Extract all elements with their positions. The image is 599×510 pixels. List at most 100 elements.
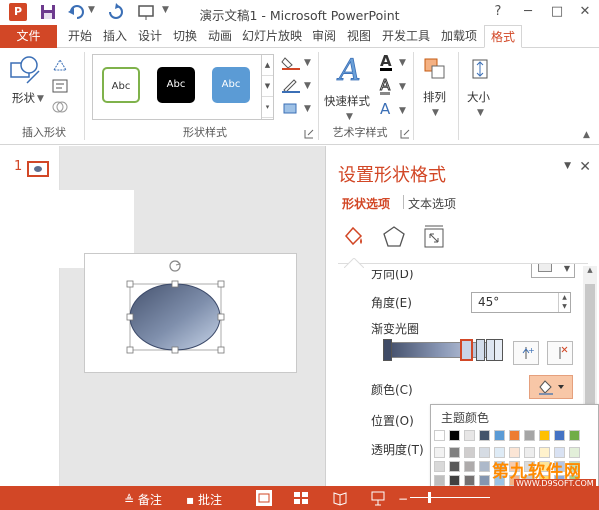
rotate-handle-icon[interactable] — [169, 260, 181, 272]
maximize-button[interactable]: □ — [547, 2, 567, 22]
tab-view[interactable]: 视图 — [343, 25, 375, 48]
theme-color-swatch[interactable] — [554, 430, 565, 441]
shapes-dropdown-icon[interactable]: ▼ — [37, 94, 44, 104]
fill-line-icon[interactable] — [340, 224, 366, 250]
theme-color-swatch[interactable] — [509, 430, 520, 441]
collapse-ribbon-icon[interactable]: ▲ — [583, 130, 590, 140]
minimize-button[interactable]: ─ — [518, 2, 538, 22]
shape-styles-launcher-icon[interactable] — [304, 128, 314, 139]
size-label[interactable]: 大小 — [467, 89, 490, 105]
gradient-stop-3[interactable] — [476, 339, 485, 361]
edit-shape-icon[interactable] — [52, 58, 68, 72]
slideshow-view-icon[interactable] — [370, 490, 386, 506]
tab-text-options[interactable]: 文本选项 — [408, 195, 456, 212]
angle-spin-icon[interactable]: ▲ ▼ — [558, 293, 570, 312]
tab-animations[interactable]: 动画 — [204, 25, 236, 48]
text-fill-dropdown-icon[interactable]: ▼ — [399, 58, 406, 68]
shade-color-swatch[interactable] — [479, 461, 490, 472]
size-dropdown-icon[interactable]: ▼ — [477, 108, 484, 118]
pane-options-icon[interactable]: ▼ — [564, 161, 571, 171]
add-gradient-stop-icon[interactable]: + — [513, 341, 539, 365]
theme-color-swatch[interactable] — [569, 430, 580, 441]
zoom-out-icon[interactable]: − — [398, 492, 408, 506]
size-properties-icon[interactable] — [421, 224, 447, 250]
scroll-up-icon[interactable]: ▲ — [583, 266, 597, 274]
close-window-button[interactable]: ✕ — [575, 2, 595, 22]
shade-color-swatch[interactable] — [434, 461, 445, 472]
shape-effects-icon[interactable] — [281, 102, 301, 116]
slide-thumbnail[interactable] — [27, 161, 49, 177]
shade-color-swatch[interactable] — [449, 447, 460, 458]
zoom-slider-thumb[interactable] — [428, 492, 431, 503]
shade-color-swatch[interactable] — [479, 475, 490, 486]
size-icon[interactable] — [467, 56, 493, 82]
theme-color-swatch[interactable] — [539, 430, 550, 441]
text-outline-dropdown-icon[interactable]: ▼ — [399, 82, 406, 92]
theme-color-swatch[interactable] — [479, 430, 490, 441]
slide-sorter-view-icon[interactable] — [293, 490, 309, 506]
gallery-up-icon[interactable]: ▲ — [262, 55, 273, 76]
shade-color-swatch[interactable] — [449, 461, 460, 472]
shape-outline-icon[interactable] — [281, 79, 301, 93]
wordart-launcher-icon[interactable] — [400, 128, 410, 139]
shade-color-swatch[interactable] — [434, 447, 445, 458]
shade-color-swatch[interactable] — [449, 475, 460, 486]
ellipse-shape[interactable] — [127, 281, 224, 353]
shade-color-swatch[interactable] — [479, 447, 490, 458]
merge-shapes-icon[interactable] — [52, 100, 68, 114]
gallery-scroll[interactable]: ▲ ▼ ▾ — [261, 55, 273, 119]
shape-style-blue[interactable]: Abc — [212, 67, 250, 103]
slide-canvas[interactable] — [84, 253, 297, 373]
shade-color-swatch[interactable] — [464, 475, 475, 486]
shape-style-outline[interactable]: Abc — [102, 67, 140, 103]
tab-file[interactable]: 文件 — [0, 25, 57, 48]
quick-styles-dropdown-icon[interactable]: ▼ — [346, 112, 353, 122]
tab-home[interactable]: 开始 — [64, 25, 96, 48]
effects-dropdown-icon[interactable]: ▼ — [304, 104, 311, 114]
shade-color-swatch[interactable] — [464, 447, 475, 458]
reading-view-icon[interactable] — [332, 490, 348, 506]
outline-dropdown-icon[interactable]: ▼ — [304, 81, 311, 91]
notes-button[interactable]: ≜ 备注 — [124, 491, 162, 508]
quick-styles-label[interactable]: 快速样式 — [324, 93, 370, 109]
theme-color-swatch[interactable] — [449, 430, 460, 441]
tab-design[interactable]: 设计 — [134, 25, 166, 48]
tab-review[interactable]: 审阅 — [308, 25, 340, 48]
tab-developer[interactable]: 开发工具 — [378, 25, 434, 48]
gradient-stop-selected[interactable] — [460, 339, 473, 361]
color-picker-button[interactable] — [529, 375, 573, 399]
theme-color-swatch[interactable] — [464, 430, 475, 441]
tab-format[interactable]: 格式 — [484, 25, 522, 48]
tab-slideshow[interactable]: 幻灯片放映 — [239, 25, 305, 48]
arrange-label[interactable]: 排列 — [423, 89, 446, 105]
text-effects-dropdown-icon[interactable]: ▼ — [399, 106, 406, 116]
tab-addins[interactable]: 加载项 — [436, 25, 482, 48]
help-button[interactable]: ? — [488, 2, 508, 22]
shade-color-swatch[interactable] — [464, 461, 475, 472]
text-effects-icon[interactable]: A — [380, 102, 390, 117]
normal-view-icon[interactable] — [256, 490, 272, 506]
remove-gradient-stop-icon[interactable] — [547, 341, 573, 365]
fill-dropdown-icon[interactable]: ▼ — [304, 58, 311, 68]
tab-shape-options[interactable]: 形状选项 — [342, 195, 390, 212]
text-fill-icon[interactable]: A — [380, 54, 392, 71]
arrange-icon[interactable] — [422, 56, 448, 82]
shapes-label[interactable]: 形状 — [12, 90, 35, 106]
tab-insert[interactable]: 插入 — [99, 25, 131, 48]
theme-color-swatch[interactable] — [434, 430, 445, 441]
shape-style-black[interactable]: Abc — [157, 67, 195, 103]
theme-color-swatch[interactable] — [494, 430, 505, 441]
text-box-icon[interactable] — [52, 79, 68, 93]
theme-color-swatch[interactable] — [524, 430, 535, 441]
pane-close-icon[interactable]: ✕ — [579, 159, 591, 175]
zoom-slider[interactable] — [410, 497, 490, 498]
text-outline-icon[interactable]: A — [379, 77, 391, 95]
wordart-quick-styles-icon[interactable]: A — [336, 52, 364, 89]
angle-input[interactable]: 45° ▲ ▼ — [471, 292, 571, 313]
shade-color-swatch[interactable] — [434, 475, 445, 486]
gradient-stop-5[interactable] — [494, 339, 503, 361]
gradient-stop-1[interactable] — [383, 339, 392, 361]
shape-fill-icon[interactable] — [281, 56, 301, 70]
gallery-more-icon[interactable]: ▾ — [262, 97, 273, 118]
shapes-icon[interactable] — [9, 55, 41, 85]
